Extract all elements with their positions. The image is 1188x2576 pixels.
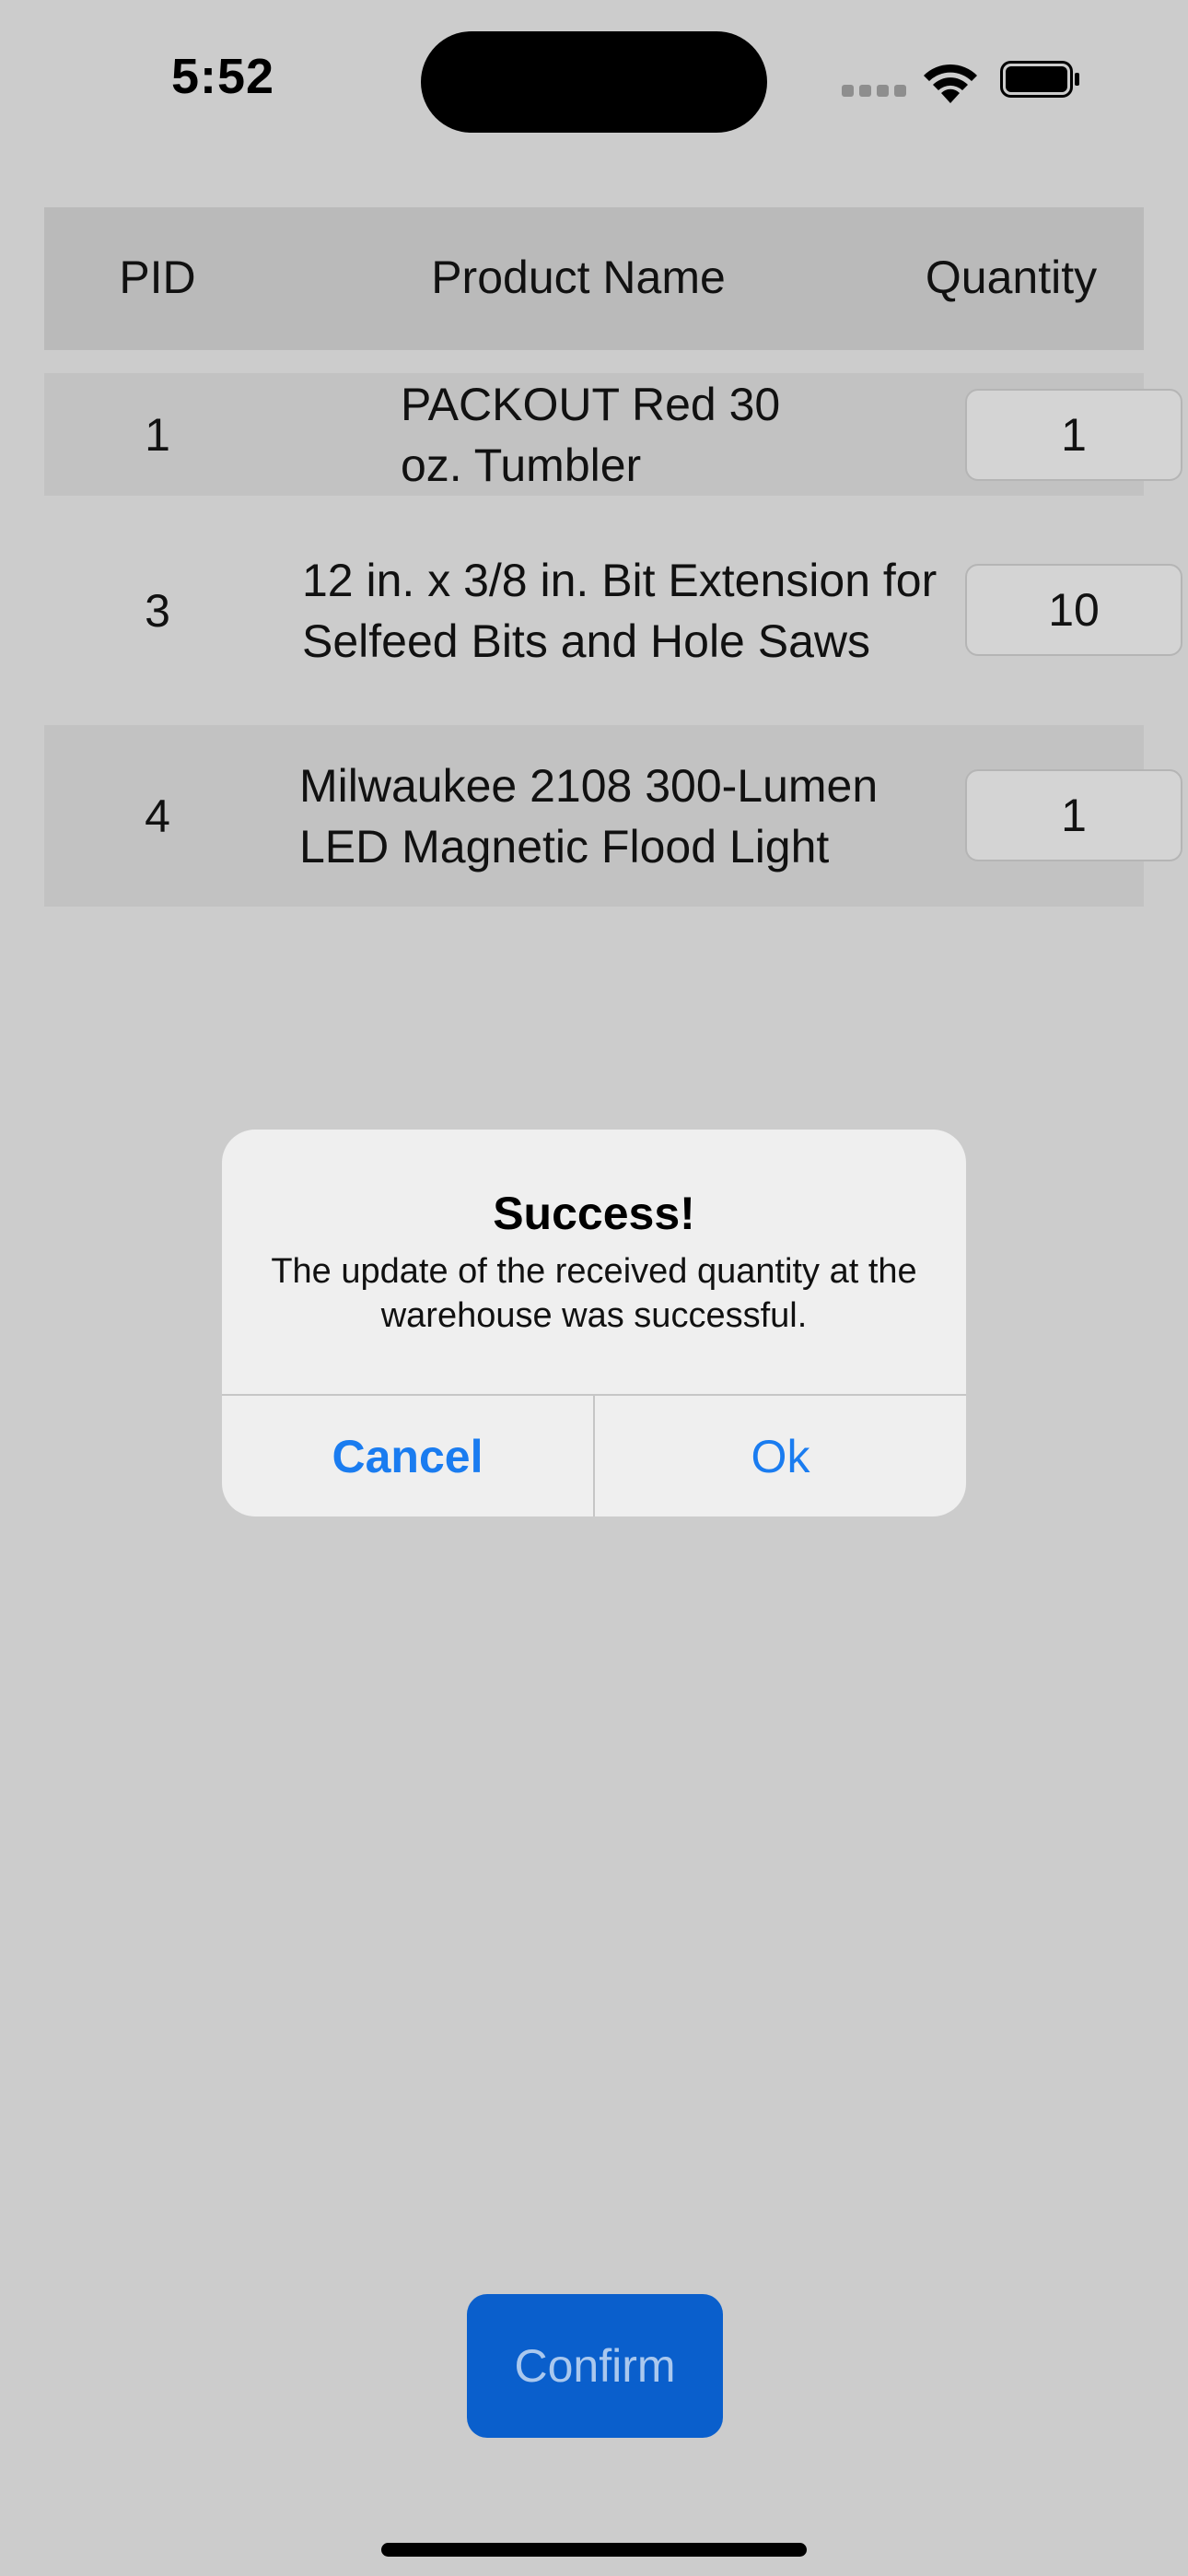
row-product-name: 12 in. x 3/8 in. Bit Extension for Selfe… (302, 554, 938, 667)
quantity-input[interactable]: 1 (965, 769, 1182, 861)
alert-title: Success! (493, 1188, 695, 1239)
home-indicator[interactable] (381, 2543, 807, 2557)
row-product-name: Milwaukee 2108 300-Lumen LED Magnetic Fl… (299, 759, 879, 872)
row-product-name: PACKOUT Red 30 oz. Tumbler (401, 378, 781, 491)
cancel-button[interactable]: Cancel (222, 1396, 593, 1516)
wifi-icon (924, 64, 977, 103)
status-bar-time: 5:52 (171, 49, 275, 104)
table-header: PID Product Name Quantity (44, 207, 1144, 350)
column-header-product-name: Product Name (431, 252, 726, 303)
alert-message: The update of the received quantity at t… (271, 1252, 917, 1335)
quantity-input[interactable]: 10 (965, 564, 1182, 656)
quantity-input[interactable]: 1 (965, 389, 1182, 481)
ok-button[interactable]: Ok (595, 1396, 966, 1516)
column-header-pid: PID (119, 252, 196, 303)
table-row: 4 Milwaukee 2108 300-Lumen LED Magnetic … (44, 725, 1182, 907)
dynamic-island (421, 31, 767, 133)
success-alert-dialog: Success! The update of the received quan… (222, 1130, 966, 1516)
row-pid: 3 (145, 584, 170, 637)
row-pid: 1 (145, 408, 170, 461)
cellular-signal-icon (842, 85, 906, 98)
row-pid: 4 (145, 790, 170, 842)
confirm-button[interactable]: Confirm (467, 2294, 723, 2438)
battery-icon (1000, 61, 1079, 98)
table-row: 3 12 in. x 3/8 in. Bit Extension for Sel… (44, 516, 1182, 705)
table-row: 1 PACKOUT Red 30 oz. Tumbler 1 (44, 373, 1182, 496)
column-header-quantity: Quantity (925, 252, 1098, 303)
